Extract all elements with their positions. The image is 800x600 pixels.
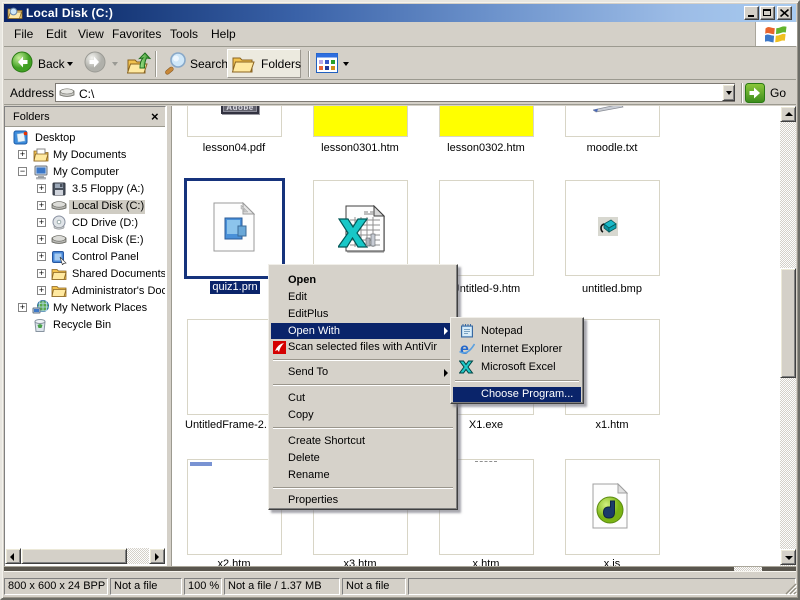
svg-text:e: e: [460, 341, 469, 357]
